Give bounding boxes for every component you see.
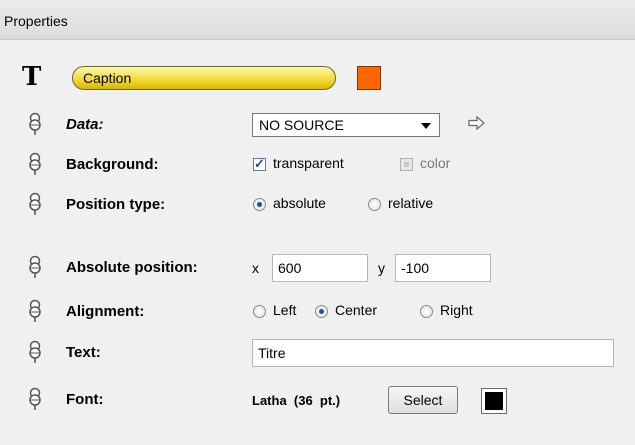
position-type-row: Position type: absolute relative <box>0 190 635 220</box>
text-T-icon: T <box>22 62 42 92</box>
background-row: Background: transparent color <box>0 150 635 180</box>
color-checkbox[interactable] <box>400 158 413 171</box>
x-position-input[interactable]: 600 <box>272 254 368 282</box>
transparent-label: transparent <box>273 155 344 171</box>
data-label: Data: <box>66 116 104 133</box>
absolute-position-row: Absolute position: x 600 y -100 <box>0 254 635 284</box>
transparent-checkbox[interactable] <box>253 156 266 172</box>
object-name-field[interactable]: Caption <box>72 66 336 90</box>
position-type-label: Position type: <box>66 196 166 213</box>
background-label: Background: <box>66 156 159 173</box>
font-value: Latha (36 pt.) <box>252 393 341 408</box>
align-center-radio[interactable] <box>315 305 328 318</box>
align-right-radio[interactable] <box>420 305 433 318</box>
font-row: Font: Latha (36 pt.) Select <box>0 385 635 415</box>
absolute-position-label: Absolute position: <box>66 259 198 276</box>
panel-header: Properties <box>0 0 635 40</box>
position-absolute-radio[interactable] <box>253 198 266 211</box>
position-relative-radio[interactable] <box>368 198 381 211</box>
panel-title: Properties <box>4 13 68 29</box>
pin-icon[interactable] <box>26 255 44 282</box>
text-input[interactable]: Titre <box>252 339 614 367</box>
pin-icon[interactable] <box>26 112 44 139</box>
align-left-label: Left <box>273 302 297 318</box>
arrow-right-icon[interactable] <box>468 115 486 133</box>
object-color-swatch[interactable] <box>357 66 381 90</box>
data-row: Data: NO SOURCE <box>0 110 635 140</box>
align-left-radio[interactable] <box>253 305 266 318</box>
y-label: y <box>378 260 385 276</box>
alignment-label: Alignment: <box>66 303 145 320</box>
position-absolute-label: absolute <box>273 195 326 211</box>
alignment-row: Alignment: Left Center Right <box>0 297 635 327</box>
object-title-row: T Caption <box>0 58 635 98</box>
pin-icon[interactable] <box>26 299 44 326</box>
font-color-swatch[interactable] <box>481 388 507 414</box>
chevron-down-icon <box>421 123 431 129</box>
position-relative-label: relative <box>388 195 434 211</box>
x-label: x <box>252 260 259 276</box>
data-source-select[interactable]: NO SOURCE <box>252 113 440 137</box>
text-row: Text: Titre <box>0 338 635 368</box>
pin-icon[interactable] <box>26 387 44 414</box>
font-color-fill <box>485 392 503 410</box>
align-right-label: Right <box>440 302 473 318</box>
font-select-button[interactable]: Select <box>388 386 458 414</box>
pin-icon[interactable] <box>26 340 44 367</box>
font-label: Font: <box>66 391 104 408</box>
pin-icon[interactable] <box>26 192 44 219</box>
text-label: Text: <box>66 344 101 361</box>
color-label: color <box>420 155 451 171</box>
pin-icon[interactable] <box>26 152 44 179</box>
data-source-value: NO SOURCE <box>259 117 344 133</box>
y-position-input[interactable]: -100 <box>395 254 491 282</box>
align-center-label: Center <box>335 302 378 318</box>
